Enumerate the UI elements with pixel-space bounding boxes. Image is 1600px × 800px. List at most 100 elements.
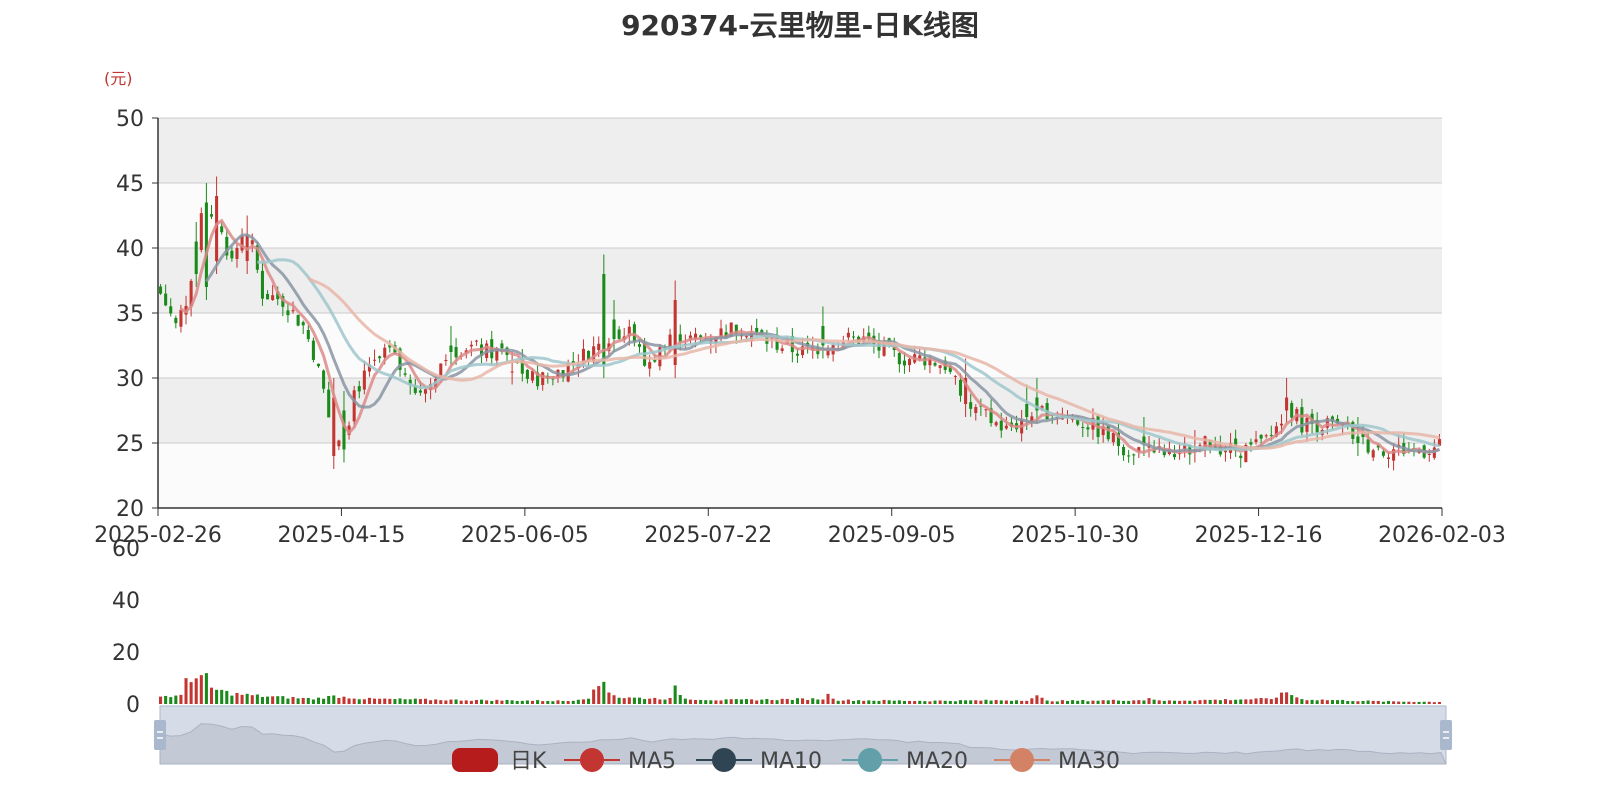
volume-bar bbox=[846, 699, 850, 704]
volume-tick-label: 20 bbox=[112, 641, 140, 666]
candle-body bbox=[974, 406, 978, 414]
volume-bar bbox=[1020, 700, 1024, 704]
slider-right-handle[interactable] bbox=[1440, 720, 1452, 750]
volume-bar bbox=[230, 695, 234, 704]
volume-bar bbox=[1315, 700, 1319, 704]
candle-body bbox=[1111, 432, 1115, 443]
volume-bar bbox=[969, 700, 973, 704]
volume-bar bbox=[704, 700, 708, 704]
volume-bar bbox=[663, 699, 667, 704]
volume-bar bbox=[1045, 700, 1049, 704]
volume-bar bbox=[1285, 692, 1289, 704]
volume-bar bbox=[316, 697, 321, 704]
candle-body bbox=[1371, 450, 1375, 458]
legend-label: MA30 bbox=[1058, 749, 1120, 774]
volume-bar bbox=[459, 700, 463, 704]
ma20-icon bbox=[858, 748, 882, 772]
volume-bar bbox=[474, 700, 478, 704]
volume-bar bbox=[1055, 701, 1059, 704]
candle-body bbox=[220, 226, 224, 233]
volume-bar bbox=[760, 699, 764, 704]
volume-bar bbox=[520, 700, 524, 704]
volume-bar bbox=[785, 698, 789, 704]
candle-body bbox=[271, 295, 275, 300]
volume-bar bbox=[1081, 700, 1085, 704]
volume-bar bbox=[1127, 700, 1131, 704]
candle-body bbox=[327, 389, 331, 418]
volume-tick-label: 60 bbox=[112, 537, 140, 562]
volume-bar bbox=[1208, 699, 1212, 704]
candle-body bbox=[933, 363, 937, 366]
slider-left-handle[interactable] bbox=[154, 720, 166, 750]
volume-bar bbox=[1412, 702, 1416, 704]
volume-bar bbox=[260, 696, 264, 704]
volume-bar bbox=[1071, 700, 1075, 704]
candle-body bbox=[169, 306, 173, 314]
volume-bar bbox=[882, 699, 886, 704]
candle-body bbox=[444, 359, 448, 362]
volume-bar bbox=[897, 700, 901, 704]
handle-grip bbox=[154, 720, 166, 750]
volume-bar bbox=[500, 700, 504, 704]
volume-bar bbox=[1371, 700, 1375, 704]
volume-bar bbox=[204, 673, 208, 704]
candle-body bbox=[617, 329, 621, 339]
volume-bar bbox=[194, 678, 198, 704]
candle-body bbox=[1249, 442, 1253, 445]
y-tick-label: 45 bbox=[116, 172, 144, 197]
candle-icon bbox=[452, 748, 498, 772]
volume-bar bbox=[816, 699, 820, 704]
volume-bar bbox=[1356, 701, 1360, 704]
volume-bar bbox=[174, 695, 178, 704]
volume-bar bbox=[525, 700, 529, 704]
volume-bar bbox=[199, 675, 203, 704]
y-tick-label: 40 bbox=[116, 237, 144, 262]
volume-bar bbox=[775, 700, 779, 704]
volume-bar bbox=[1320, 699, 1324, 704]
candle-body bbox=[250, 240, 254, 245]
volume-bar bbox=[266, 696, 270, 704]
volume-bar bbox=[225, 690, 229, 704]
volume-bar bbox=[678, 695, 682, 704]
volume-bar bbox=[739, 699, 743, 704]
volume-bar bbox=[592, 689, 596, 704]
candle-body bbox=[209, 214, 214, 217]
candle-body bbox=[322, 370, 326, 389]
kline-chart: 20253035404550(元)2025-02-26 2025-04-15 202… bbox=[94, 69, 1506, 774]
volume-bar bbox=[923, 701, 927, 704]
volume-bar bbox=[841, 700, 845, 704]
volume-bar bbox=[877, 700, 881, 704]
candle-body bbox=[1198, 444, 1202, 446]
candle-body bbox=[301, 322, 305, 326]
volume-bar bbox=[510, 700, 514, 704]
volume-bar bbox=[434, 699, 438, 704]
volume-bar bbox=[1198, 700, 1202, 704]
volume-bar bbox=[1065, 700, 1070, 704]
y-unit-label: (元) bbox=[104, 69, 133, 88]
candle-body bbox=[851, 336, 856, 338]
candle-body bbox=[1254, 439, 1258, 443]
volume-bar bbox=[683, 698, 687, 704]
volume-bar bbox=[1152, 699, 1156, 704]
volume-bar bbox=[1030, 698, 1034, 704]
candle-body bbox=[510, 371, 514, 373]
volume-bar bbox=[1015, 700, 1019, 704]
candle-body bbox=[230, 250, 234, 259]
candle-body bbox=[449, 345, 453, 352]
candle-body bbox=[469, 344, 473, 347]
candle-body bbox=[352, 390, 356, 422]
candle-body bbox=[902, 360, 906, 366]
volume-bar bbox=[159, 696, 163, 704]
volume-bar bbox=[964, 700, 968, 704]
volume-bar bbox=[908, 700, 912, 704]
volume-bar bbox=[1422, 701, 1426, 704]
candle-body bbox=[994, 422, 998, 426]
volume-bar bbox=[902, 700, 906, 704]
volume-bar bbox=[189, 682, 193, 704]
candle-body bbox=[291, 310, 295, 312]
volume-bar bbox=[235, 692, 239, 704]
volume-bar bbox=[714, 700, 718, 704]
candle-body bbox=[383, 347, 387, 358]
candle-body bbox=[311, 340, 315, 360]
candle-body bbox=[337, 440, 341, 447]
